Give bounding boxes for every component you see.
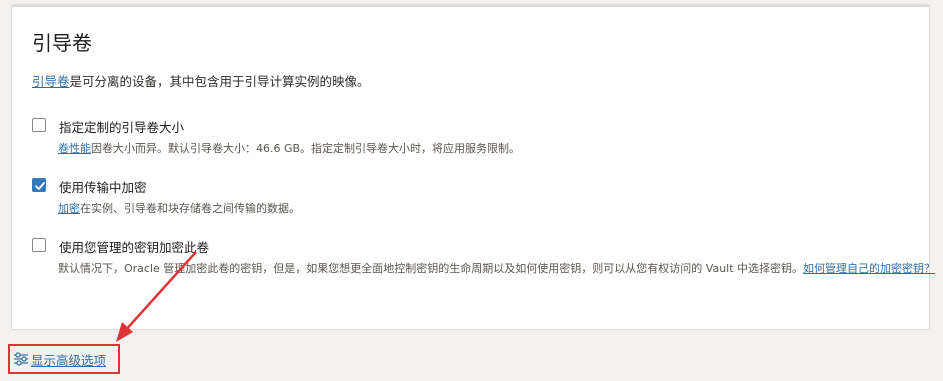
- show-advanced-options-label[interactable]: 显示高级选项: [31, 350, 106, 369]
- custom-size-help-text: 因卷大小而异。默认引导卷大小：46.6 GB。指定定制引导卷大小时，将应用服务限…: [91, 142, 521, 155]
- customer-managed-key-help-text: 默认情况下，Oracle 管理加密此卷的密钥，但是，如果您想更全面地控制密钥的生…: [58, 262, 804, 275]
- customer-managed-key-label[interactable]: 使用您管理的密钥加密此卷: [59, 237, 209, 256]
- custom-size-help: 卷性能因卷大小而异。默认引导卷大小：46.6 GB。指定定制引导卷大小时，将应用…: [58, 140, 520, 157]
- in-transit-encryption-help-text: 在实例、引导卷和块存储卷之间传输的数据。: [80, 202, 300, 215]
- in-transit-encryption-label[interactable]: 使用传输中加密: [59, 177, 147, 196]
- section-intro: 引导卷是可分离的设备，其中包含用于引导计算实例的映像。: [32, 71, 370, 90]
- custom-size-label[interactable]: 指定定制的引导卷大小: [59, 117, 184, 136]
- show-advanced-options-button[interactable]: 显示高级选项: [8, 344, 120, 374]
- boot-volume-link[interactable]: 引导卷: [32, 74, 70, 89]
- encryption-link[interactable]: 加密: [58, 202, 80, 215]
- checkmark-icon: [35, 182, 45, 190]
- sliders-icon: [14, 352, 28, 366]
- manage-own-keys-link[interactable]: 如何管理自己的加密密钥？: [803, 262, 935, 275]
- customer-managed-key-help: 默认情况下，Oracle 管理加密此卷的密钥，但是，如果您想更全面地控制密钥的生…: [58, 260, 938, 277]
- customer-managed-key-checkbox[interactable]: [32, 238, 46, 252]
- custom-size-checkbox[interactable]: [32, 118, 46, 132]
- in-transit-encryption-help: 加密在实例、引导卷和块存储卷之间传输的数据。: [58, 200, 300, 217]
- intro-text: 是可分离的设备，其中包含用于引导计算实例的映像。: [69, 74, 370, 89]
- volume-performance-link[interactable]: 卷性能: [58, 142, 91, 155]
- section-title: 引导卷: [32, 31, 92, 55]
- in-transit-encryption-checkbox[interactable]: [32, 178, 46, 192]
- boot-volume-card: 引导卷 引导卷是可分离的设备，其中包含用于引导计算实例的映像。 指定定制的引导卷…: [11, 4, 935, 330]
